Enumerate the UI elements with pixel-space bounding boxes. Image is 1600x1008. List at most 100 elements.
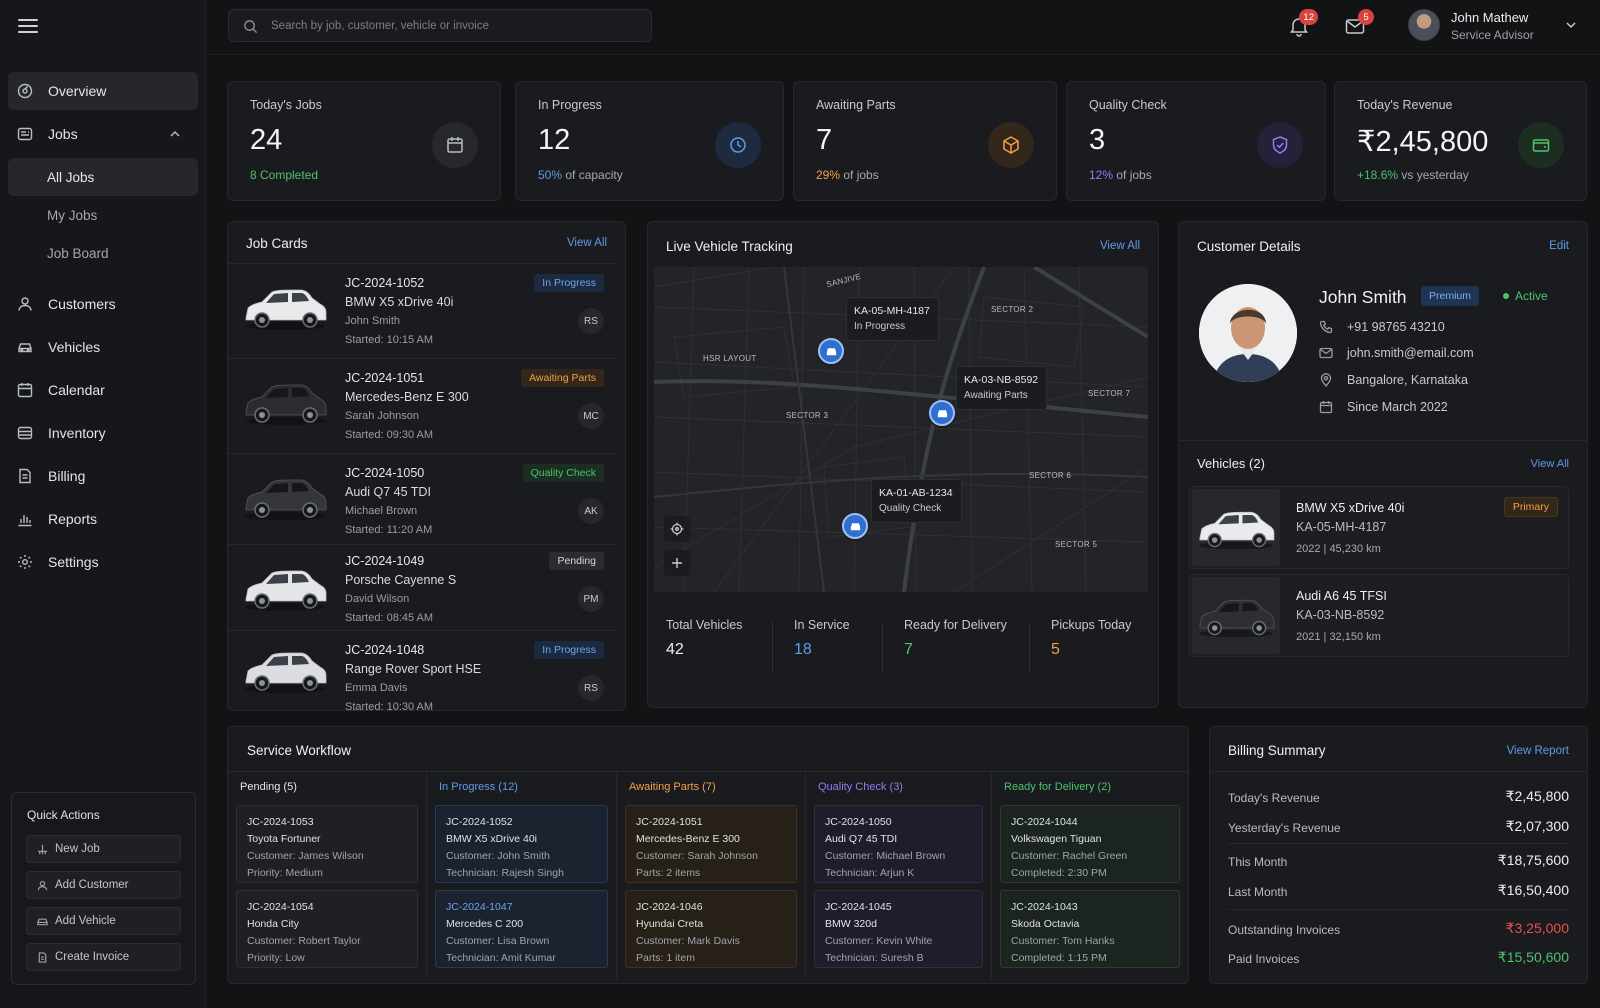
start-time: Started: 10:15 AM <box>345 334 434 346</box>
billing-value: ₹2,45,800 <box>1505 788 1569 804</box>
quick-actions-title: Quick Actions <box>27 808 100 822</box>
phone-icon <box>1319 320 1333 334</box>
vehicle-tooltip: KA-01-AB-1234 Quality Check <box>871 479 962 523</box>
vehicle-thumbnail <box>1192 577 1280 654</box>
stat-value: 12 <box>538 124 571 156</box>
sidebar-item-customers[interactable]: Customers <box>8 285 198 323</box>
workflow-job-id: JC-2024-1050 <box>825 816 892 828</box>
vehicle-tooltip: KA-03-NB-8592 Awaiting Parts <box>956 366 1048 410</box>
stat-total-vehicles: Total Vehicles 42 <box>666 618 742 659</box>
workflow-card[interactable]: JC-2024-1045 BMW 320d Customer: Kevin Whit… <box>814 890 983 968</box>
user-menu[interactable]: John Mathew Service Advisor <box>1408 8 1588 46</box>
chevron-up-icon[interactable] <box>168 127 182 141</box>
job-card[interactable]: JC-2024-1050 Audi Q7 45 TDI Michael Brown S… <box>228 453 618 544</box>
job-id: JC-2024-1049 <box>345 554 425 568</box>
sidebar-item-label: Vehicles <box>48 339 101 355</box>
billing-row: This Month ₹18,75,600 <box>1228 852 1569 872</box>
job-id: JC-2024-1050 <box>345 466 425 480</box>
sidebar-subitem-job-board[interactable]: Job Board <box>8 234 198 272</box>
sidebar-item-label: Inventory <box>48 425 106 441</box>
vehicles-view-all-link[interactable]: View All <box>1531 458 1569 470</box>
workflow-vehicle: Toyota Fortuner <box>247 833 321 845</box>
workflow-card[interactable]: JC-2024-1053 Toyota Fortuner Customer: Jam… <box>236 805 418 883</box>
stat-label: In Service <box>794 618 850 632</box>
vehicle-marker[interactable] <box>818 338 844 364</box>
zoom-in-button[interactable] <box>664 550 690 576</box>
map-area-label: SECTOR 2 <box>991 305 1034 314</box>
workflow-customer: Customer: Michael Brown <box>825 850 946 862</box>
search-input[interactable] <box>271 10 641 41</box>
sidebar-item-label: Customers <box>48 296 116 312</box>
menu-icon[interactable] <box>18 16 38 34</box>
billing-row: Paid Invoices ₹15,50,600 <box>1228 949 1569 969</box>
service-workflow-title: Service Workflow <box>247 743 352 758</box>
workflow-card[interactable]: JC-2024-1051 Mercedes-Benz E 300 Customer:… <box>625 805 797 883</box>
workflow-card[interactable]: JC-2024-1047 Mercedes C 200 Customer: Lisa… <box>435 890 608 968</box>
customer-vehicle-item[interactable]: BMW X5 xDrive 40i KA-05-MH-4187 2022 | 45,… <box>1189 486 1569 569</box>
workflow-card[interactable]: JC-2024-1050 Audi Q7 45 TDI Customer: Mich… <box>814 805 983 883</box>
vehicle-status: Quality Check <box>879 503 942 514</box>
locate-button[interactable] <box>664 516 690 542</box>
divider <box>1228 843 1569 844</box>
user-name: John Mathew <box>1451 10 1529 25</box>
workflow-card[interactable]: JC-2024-1052 BMW X5 xDrive 40i Customer: J… <box>435 805 608 883</box>
live-tracking-view-all-link[interactable]: View All <box>1100 240 1140 252</box>
sidebar-item-reports[interactable]: Reports <box>8 500 198 538</box>
stat-icon-circle <box>715 122 761 168</box>
sidebar-item-overview[interactable]: Overview <box>8 72 198 110</box>
job-cards-view-all-link[interactable]: View All <box>567 237 607 249</box>
workflow-card[interactable]: JC-2024-1043 Skoda Octavia Customer: Tom H… <box>1000 890 1180 968</box>
calendar-icon <box>447 137 463 153</box>
workflow-vehicle: Audi Q7 45 TDI <box>825 833 898 845</box>
sidebar-subitem-all-jobs[interactable]: All Jobs <box>8 158 198 196</box>
vehicle-model: Porsche Cayenne S <box>345 573 457 587</box>
job-card[interactable]: JC-2024-1051 Mercedes-Benz E 300 Sarah Joh… <box>228 358 618 453</box>
messages-button[interactable]: 5 <box>1344 9 1374 37</box>
customer-vehicle-item[interactable]: Audi A6 45 TFSI KA-03-NB-8592 2021 | 32,15… <box>1189 574 1569 657</box>
job-card[interactable]: JC-2024-1048 Range Rover Sport HSE Emma Da… <box>228 630 618 713</box>
workflow-card[interactable]: JC-2024-1054 Honda City Customer: Robert T… <box>236 890 418 968</box>
stat-value: 7 <box>904 641 913 658</box>
status-badge: Active <box>1503 289 1548 303</box>
vehicle-thumbnail <box>240 470 330 524</box>
car-image-wrap <box>1194 591 1278 641</box>
billing-label: Today's Revenue <box>1228 791 1320 805</box>
stat-subtext: 8 Completed <box>250 168 318 182</box>
sidebar-item-settings[interactable]: Settings <box>8 543 198 581</box>
sidebar-item-jobs[interactable]: Jobs <box>8 115 198 153</box>
vehicle-model: BMW X5 xDrive 40i <box>345 295 454 309</box>
workflow-detail: Technician: Amit Kumar <box>446 952 556 964</box>
job-card[interactable]: JC-2024-1049 Porsche Cayenne S David Wilso… <box>228 544 618 630</box>
job-card[interactable]: JC-2024-1052 BMW X5 xDrive 40i John Smith S… <box>228 263 618 358</box>
workflow-card[interactable]: JC-2024-1046 Hyundai Creta Customer: Mark … <box>625 890 797 968</box>
sidebar-item-label: Reports <box>48 511 98 527</box>
calendar-icon <box>17 383 33 398</box>
add-customer-label: Add Customer <box>55 879 129 891</box>
status-label: Active <box>1515 289 1548 303</box>
workflow-column: Quality Check (3) JC-2024-1050 Audi Q7 45 … <box>805 771 991 979</box>
sidebar-item-calendar[interactable]: Calendar <box>8 371 198 409</box>
add-customer-button[interactable]: Add Customer <box>26 871 181 899</box>
vehicle-marker[interactable] <box>929 400 955 426</box>
new-job-button[interactable]: New Job <box>26 835 181 863</box>
customer-edit-link[interactable]: Edit <box>1549 240 1569 252</box>
view-report-link[interactable]: View Report <box>1507 745 1569 757</box>
calendar-icon <box>1319 401 1333 414</box>
stat-value: 42 <box>666 641 684 658</box>
notifications-button[interactable]: 12 <box>1288 9 1318 37</box>
sidebar-subitem-my-jobs[interactable]: My Jobs <box>8 196 198 234</box>
create-invoice-button[interactable]: Create Invoice <box>26 943 181 971</box>
sidebar-item-billing[interactable]: Billing <box>8 457 198 495</box>
map[interactable]: SANJIVE HSR LAYOUT SECTOR 2 SECTOR 3 SEC… <box>654 267 1148 592</box>
vehicle-marker[interactable] <box>842 513 868 539</box>
job-id: JC-2024-1052 <box>345 276 425 290</box>
email-value: john.smith@email.com <box>1347 346 1474 360</box>
quick-actions-panel: Quick Actions New Job Add Customer Add V… <box>11 792 196 985</box>
vehicle-model: Mercedes-Benz E 300 <box>345 390 469 404</box>
sidebar-item-inventory[interactable]: Inventory <box>8 414 198 452</box>
clock-icon <box>730 137 746 153</box>
workflow-card[interactable]: JC-2024-1044 Volkswagen Tiguan Customer: R… <box>1000 805 1180 883</box>
add-vehicle-button[interactable]: Add Vehicle <box>26 907 181 935</box>
chevron-down-icon <box>1566 22 1576 29</box>
sidebar-item-vehicles[interactable]: Vehicles <box>8 328 198 366</box>
